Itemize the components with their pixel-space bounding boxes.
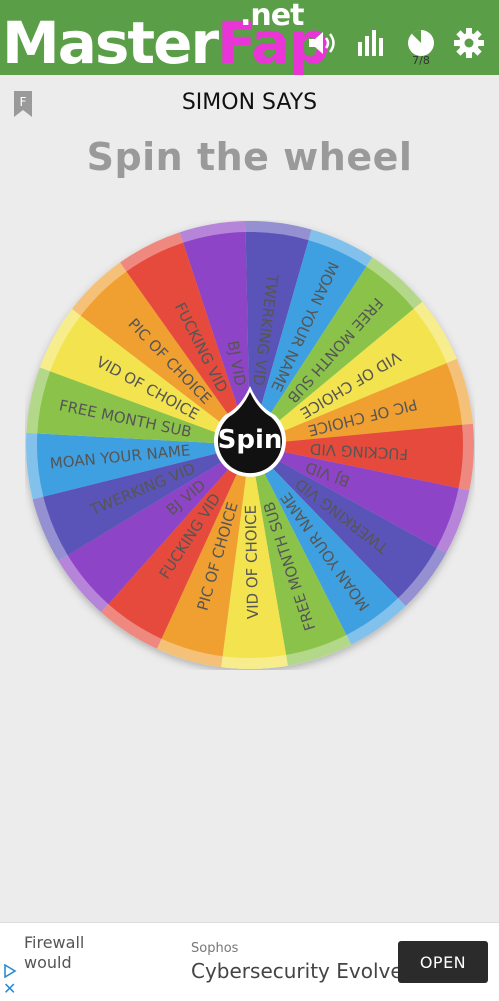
sound-icon[interactable] bbox=[305, 26, 339, 60]
ad-brand: Sophos bbox=[191, 941, 239, 956]
ad-left-line2: would bbox=[24, 953, 72, 972]
ad-left-line1: Firewall bbox=[24, 933, 85, 952]
logo-text-master: Master bbox=[2, 9, 219, 77]
ad-left-text: Firewall would bbox=[24, 933, 164, 973]
gear-icon[interactable] bbox=[452, 26, 486, 60]
ad-choices-icon[interactable] bbox=[3, 964, 17, 978]
ad-headline: Cybersecurity Evolved bbox=[191, 959, 401, 983]
page-heading: Spin the wheel bbox=[86, 135, 413, 179]
ad-open-button[interactable]: OPEN bbox=[398, 941, 488, 983]
top-bar: MasterFap .net 7/8 bbox=[0, 0, 499, 77]
ad-close-icon[interactable]: ✕ bbox=[3, 982, 16, 998]
progress-label: 7/8 bbox=[412, 54, 430, 67]
wheel-segment-label: VID OF CHOICE bbox=[242, 505, 262, 619]
prize-wheel[interactable]: BJ VID TWERKING VIDMOAN YOUR NAMEFREE MON… bbox=[25, 220, 475, 670]
game-title: SIMON SAYS bbox=[181, 90, 318, 115]
spin-label: Spin bbox=[218, 425, 283, 455]
ad-banner[interactable]: Firewall would Sophos Cybersecurity Evol… bbox=[0, 922, 499, 1001]
bar-chart-icon[interactable] bbox=[354, 26, 388, 60]
logo-text-net: .net bbox=[240, 0, 304, 33]
